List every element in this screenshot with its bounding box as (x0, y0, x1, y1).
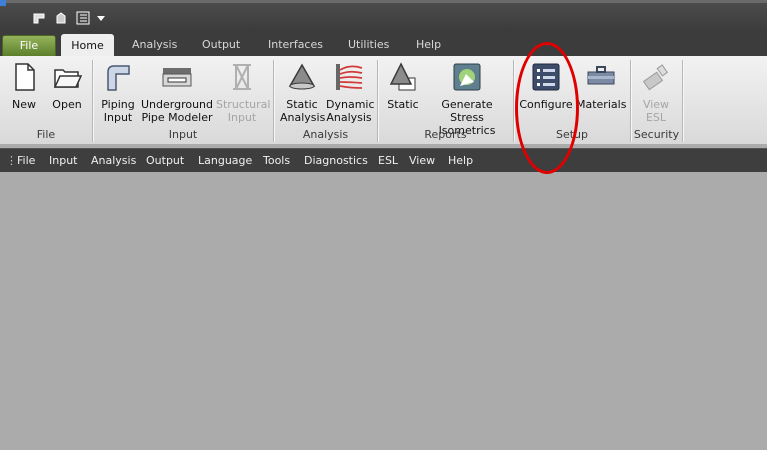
static-report-button[interactable]: Static (385, 62, 421, 111)
generate-stress-isometrics-button[interactable]: Generate Stress Isometrics (424, 62, 510, 137)
static-report-icon (389, 62, 416, 91)
group-separator (682, 60, 683, 142)
materials-briefcase-icon (587, 66, 615, 85)
tab-analysis[interactable]: Analysis (132, 32, 177, 56)
tab-utilities[interactable]: Utilities (348, 32, 389, 56)
analysis-group-label: Analysis (302, 128, 349, 141)
new-document-icon (15, 63, 35, 91)
menu-view[interactable]: View (409, 154, 435, 167)
menu-bar: ⋮ File Input Analysis Output Language To… (0, 148, 767, 172)
tab-home[interactable]: Home (61, 34, 114, 56)
open-label: Open (52, 98, 82, 111)
static-analysis-icon (288, 63, 316, 90)
security-group-label: Security (633, 128, 680, 141)
menu-diagnostics[interactable]: Diagnostics (304, 154, 368, 167)
view-esl-label: View ESL (642, 98, 670, 124)
configure-highlight-circle (515, 42, 579, 174)
dynamic-analysis-label: Dynamic Analysis (326, 98, 375, 124)
dynamic-analysis-button[interactable]: Dynamic Analysis (326, 62, 375, 124)
menu-esl[interactable]: ESL (378, 154, 398, 167)
structural-beam-icon (233, 64, 251, 90)
menu-help[interactable]: Help (448, 154, 473, 167)
structural-input-button[interactable]: Structural Input (216, 62, 271, 124)
menu-file[interactable]: File (17, 154, 35, 167)
materials-label: Materials (576, 98, 627, 111)
underground-label: Underground Pipe Modeler (140, 98, 214, 124)
view-esl-button[interactable]: View ESL (637, 62, 675, 124)
underground-pipe-modeler-button[interactable]: Underground Pipe Modeler (140, 62, 214, 124)
reports-group-label: Reports (424, 128, 467, 141)
toolbar-grip-icon[interactable]: ⋮ (6, 154, 17, 167)
open-folder-icon (53, 69, 82, 88)
new-label: New (12, 98, 36, 111)
dynamic-analysis-icon (336, 64, 363, 90)
tab-output[interactable]: Output (202, 32, 240, 56)
list-quick-access-icon[interactable] (75, 10, 91, 26)
static-analysis-label: Static Analysis (280, 98, 326, 124)
menu-analysis[interactable]: Analysis (91, 154, 136, 167)
title-bar (0, 0, 767, 32)
menu-language[interactable]: Language (198, 154, 252, 167)
menu-tools[interactable]: Tools (263, 154, 290, 167)
new-button[interactable]: New (8, 62, 40, 111)
tab-file[interactable]: File (2, 35, 56, 57)
underground-pipe-icon (162, 68, 192, 87)
menu-output[interactable]: Output (146, 154, 184, 167)
structural-label: Structural Input (216, 98, 271, 124)
model-quick-access-icon[interactable] (53, 10, 69, 26)
file-group-label: File (36, 128, 56, 141)
title-bar-top-edge (0, 0, 767, 3)
piping-input-button[interactable]: Piping Input (100, 62, 136, 124)
tab-help[interactable]: Help (416, 32, 441, 56)
static-report-label: Static (387, 98, 419, 111)
stress-isometrics-icon (453, 63, 481, 91)
input-group-label: Input (168, 128, 198, 141)
open-button[interactable]: Open (49, 62, 85, 111)
static-analysis-button[interactable]: Static Analysis (280, 62, 326, 124)
menu-input[interactable]: Input (49, 154, 77, 167)
tab-interfaces[interactable]: Interfaces (268, 32, 323, 56)
ribbon-tab-bar: File Home Analysis Output Interfaces Uti… (0, 32, 767, 57)
app-icon (0, 0, 6, 6)
pipe-quick-access-icon[interactable] (31, 10, 47, 26)
materials-button[interactable]: Materials (576, 62, 626, 111)
piping-input-label: Piping Input (101, 98, 135, 124)
piping-icon (107, 65, 130, 91)
quick-access-dropdown-icon[interactable] (93, 10, 109, 26)
main-workspace[interactable] (0, 172, 767, 450)
esl-usb-key-icon (642, 64, 669, 91)
